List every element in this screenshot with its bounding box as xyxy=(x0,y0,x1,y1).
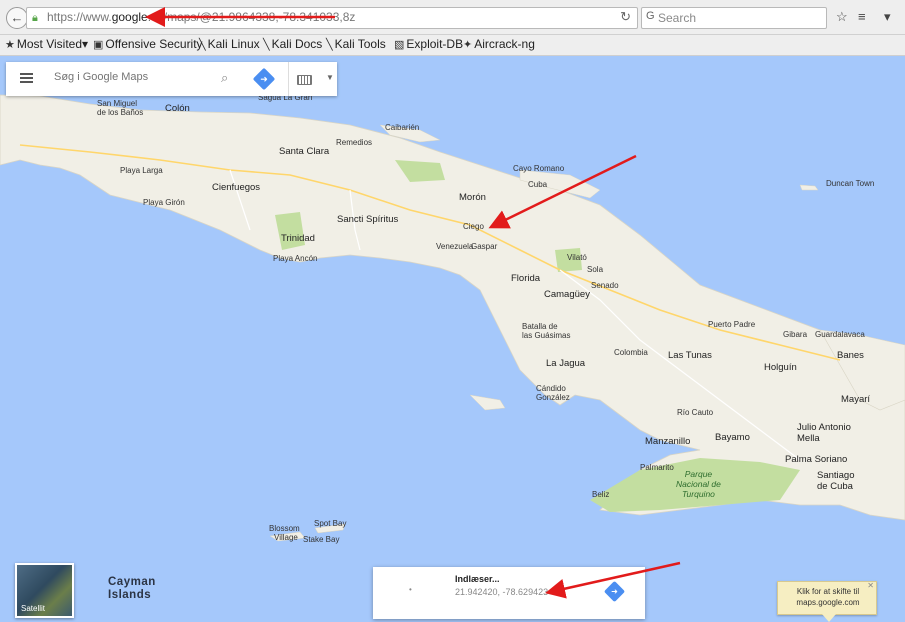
place-playa-larga: Playa Larga xyxy=(120,166,163,175)
place-duncan-town: Duncan Town xyxy=(826,179,875,188)
place-puerto-padre: Puerto Padre xyxy=(708,320,756,329)
place-san-miguel: San Miguel de los Baños xyxy=(97,99,144,117)
place-vilato: Vilató xyxy=(567,253,587,262)
card-directions-icon[interactable]: ➜ xyxy=(603,580,626,603)
place-cuba-island: Cuba xyxy=(528,180,548,189)
place-palma-soriano: Palma Soriano xyxy=(785,454,848,465)
place-spot-bay: Spot Bay xyxy=(314,519,347,528)
search-icon[interactable]: ⌕ xyxy=(221,70,228,86)
map-land-shapes xyxy=(0,60,905,542)
place-colombia: Colombia xyxy=(614,348,648,357)
place-venezuela: Venezuela xyxy=(436,242,474,251)
place-ciego: Ciego xyxy=(463,222,484,231)
bookmark-most-visited[interactable]: ★ Most Visited▾ xyxy=(5,37,88,51)
aircrack-icon: ✦ xyxy=(463,39,473,51)
place-gibara: Gibara xyxy=(783,330,808,339)
browser-search-placeholder: Search xyxy=(658,11,697,25)
browser-toolbar: ← 🔒︎ https://www.google.dk/maps/@21.9864… xyxy=(0,0,905,35)
pocket-icon[interactable]: ▾ xyxy=(884,9,891,25)
park-turquino: Parque Nacional de Turquino xyxy=(676,469,721,499)
place-gaspar: Gaspar xyxy=(471,242,498,251)
place-julio-antonio: Julio Antonio Mella xyxy=(797,422,851,444)
kali-dragon-icon: ╲ xyxy=(326,39,333,51)
maps-search-panel: ⌕ ➜ ▼ xyxy=(6,62,337,96)
card-title: Indlæser... xyxy=(455,574,500,584)
place-batalla: Batalla de las Guásimas xyxy=(522,322,571,340)
card-coordinates: 21.942420, -78.629423 xyxy=(455,587,549,597)
browser-search-box[interactable]: G Search xyxy=(641,7,827,29)
exploitdb-icon: ▧ xyxy=(394,39,405,51)
place-manzanillo: Manzanillo xyxy=(645,436,691,447)
switch-tooltip[interactable]: Klik for at skifte til maps.google.com ✕ xyxy=(777,581,877,622)
place-candido: Cándido González xyxy=(536,384,570,402)
place-las-tunas: Las Tunas xyxy=(668,350,712,361)
url-bar[interactable]: 🔒︎ https://www.google.dk/maps/@21.986433… xyxy=(26,7,638,29)
close-icon[interactable]: ✕ xyxy=(867,581,874,590)
place-florida: Florida xyxy=(511,273,541,284)
tooltip-text: Klik for at skifte til maps.google.com xyxy=(796,587,860,607)
keyboard-icon[interactable] xyxy=(297,75,312,85)
place-village: Village xyxy=(274,533,298,542)
place-trinidad: Trinidad xyxy=(281,233,315,244)
place-sancti-spiritus: Sancti Spíritus xyxy=(337,214,399,225)
place-blossom: Blossom xyxy=(269,524,300,533)
place-sola: Sola xyxy=(587,265,604,274)
kali-dragon-icon: ╲ xyxy=(263,39,270,51)
place-la-jagua: La Jagua xyxy=(546,358,586,369)
bookmark-offensive-security[interactable]: ▣ Offensive Security xyxy=(93,37,203,51)
place-santiago: Santiago de Cuba xyxy=(817,470,855,492)
offsec-icon: ▣ xyxy=(93,39,104,51)
directions-button[interactable]: ➜ xyxy=(252,67,276,91)
star-folder-icon: ★ xyxy=(5,39,15,51)
chevron-down-icon[interactable]: ▼ xyxy=(326,73,334,82)
place-colon: Colón xyxy=(165,103,190,114)
reading-list-icon[interactable]: ≡ xyxy=(858,9,866,24)
menu-icon[interactable] xyxy=(20,73,33,75)
reload-icon[interactable]: ↻ xyxy=(620,9,631,25)
place-mayari: Mayarí xyxy=(841,394,871,405)
place-rio-cauto: Río Cauto xyxy=(677,408,714,417)
url-text: https://www.google.dk/maps/@21.9864338,-… xyxy=(47,10,356,24)
search-engine-icon: G xyxy=(646,10,655,22)
place-moron: Morón xyxy=(459,192,486,203)
bookmark-star-icon[interactable]: ☆ xyxy=(836,9,848,25)
place-playa-ancon: Playa Ancón xyxy=(273,254,318,263)
place-cayo-romano: Cayo Romano xyxy=(513,164,565,173)
satellite-label: Satellit xyxy=(21,604,46,613)
panel-divider xyxy=(288,62,289,96)
kali-dragon-icon: ╲ xyxy=(199,39,206,51)
place-palmarito: Palmarito xyxy=(640,463,674,472)
directions-icon: ➜ xyxy=(260,74,268,84)
place-remedios: Remedios xyxy=(336,138,373,147)
map-canvas[interactable]: San Miguel de los Baños Colón Sagua La Gr… xyxy=(0,56,905,621)
place-senado: Senado xyxy=(591,281,619,290)
place-beliz: Beliz xyxy=(592,490,610,499)
pin-dot-icon: • xyxy=(409,585,412,594)
place-banes: Banes xyxy=(837,350,864,361)
bookmark-kali-tools[interactable]: ╲ Kali Tools xyxy=(326,37,386,51)
place-playa-giron: Playa Girón xyxy=(143,198,185,207)
back-button[interactable]: ← xyxy=(6,7,28,29)
bookmark-exploit-db[interactable]: ▧ Exploit-DB xyxy=(394,37,463,51)
place-stake-bay: Stake Bay xyxy=(303,535,340,544)
bookmark-kali-linux[interactable]: ╲ Kali Linux xyxy=(199,37,260,51)
place-holguin: Holguín xyxy=(764,362,797,373)
place-caibarien: Caibarién xyxy=(385,123,420,132)
bookmark-aircrack-ng[interactable]: ✦ Aircrack-ng xyxy=(463,37,535,51)
bookmark-kali-docs[interactable]: ╲ Kali Docs xyxy=(263,37,322,51)
place-camaguey: Camagüey xyxy=(544,289,590,300)
location-info-card[interactable]: • Indlæser... 21.942420, -78.629423 ➜ xyxy=(373,567,645,619)
place-guardalavaca: Guardalavaca xyxy=(815,330,865,339)
lock-icon: 🔒︎ xyxy=(32,12,38,24)
sea-label-cayman: Cayman Islands xyxy=(108,576,156,601)
place-santa-clara: Santa Clara xyxy=(279,146,330,157)
maps-search-input[interactable] xyxy=(52,70,216,84)
bookmarks-bar: ★ Most Visited▾ ▣ Offensive Security ╲ Kali… xyxy=(0,35,905,56)
place-cienfuegos: Cienfuegos xyxy=(212,182,261,193)
satellite-toggle[interactable]: Satellit xyxy=(15,563,74,618)
place-bayamo: Bayamo xyxy=(715,432,750,443)
